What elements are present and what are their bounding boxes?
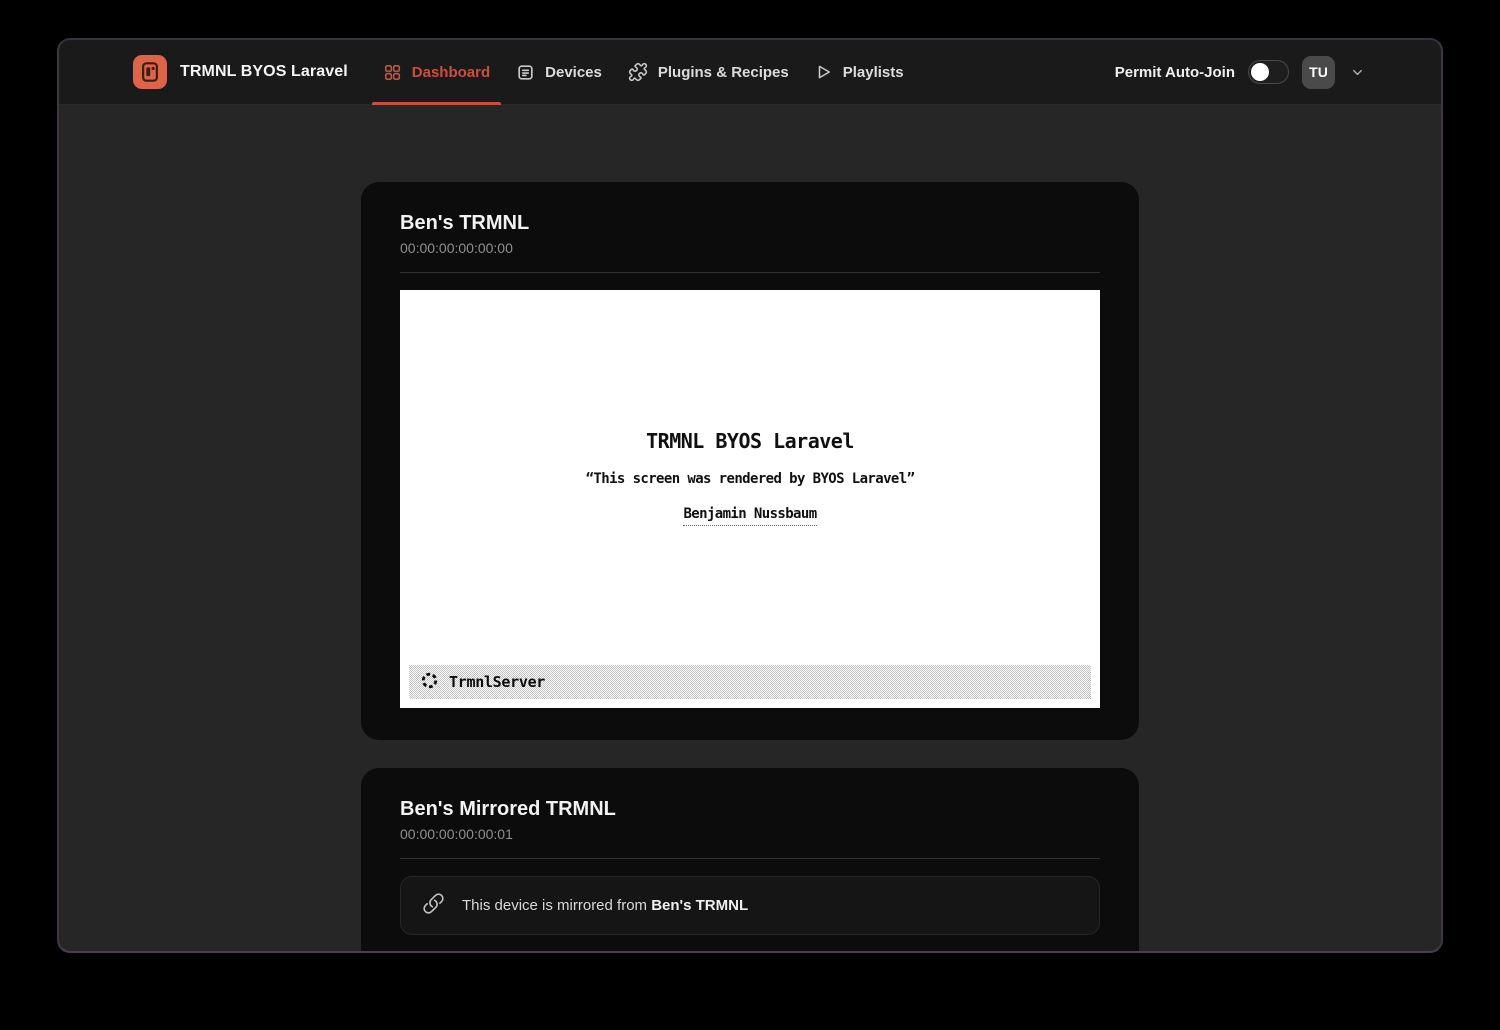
- navbar-right: Permit Auto-Join TU: [1115, 56, 1367, 89]
- main-nav: Dashboard Devices: [370, 40, 917, 105]
- chevron-down-icon[interactable]: [1348, 63, 1367, 82]
- eink-screen-body: TRMNL BYOS Laravel “This screen was rend…: [400, 290, 1100, 665]
- spinner-icon: [420, 671, 439, 694]
- top-navbar: TRMNL BYOS Laravel Dashboard: [59, 40, 1441, 105]
- nav-label: Dashboard: [412, 64, 490, 81]
- device-card-bens-trmnl: Ben's TRMNL 00:00:00:00:00:00 TRMNL BYOS…: [361, 182, 1139, 740]
- screen-author: Benjamin Nussbaum: [683, 506, 816, 526]
- link-icon: [422, 892, 445, 920]
- nav-item-dashboard[interactable]: Dashboard: [370, 40, 503, 105]
- eink-screen-preview: TRMNL BYOS Laravel “This screen was rend…: [400, 290, 1100, 708]
- puzzle-icon: [628, 62, 648, 82]
- screen-quote: “This screen was rendered by BYOS Larave…: [586, 471, 915, 487]
- brand[interactable]: TRMNL BYOS Laravel: [133, 55, 348, 89]
- nav-label: Devices: [545, 64, 602, 81]
- permit-auto-join-label: Permit Auto-Join: [1115, 64, 1235, 81]
- permit-auto-join-toggle[interactable]: [1248, 60, 1289, 84]
- screen-status-label: TrmnlServer: [449, 673, 545, 691]
- mirror-notice: This device is mirrored from Ben's TRMNL: [400, 876, 1100, 935]
- device-name: Ben's TRMNL: [400, 212, 1100, 235]
- device-name: Ben's Mirrored TRMNL: [400, 798, 1100, 821]
- device-list-icon: [516, 63, 535, 82]
- mirror-source-device: Ben's TRMNL: [651, 897, 748, 914]
- nav-label: Plugins & Recipes: [658, 64, 789, 81]
- nav-item-plugins-recipes[interactable]: Plugins & Recipes: [615, 40, 802, 105]
- device-mac-address: 00:00:00:00:00:01: [400, 826, 1100, 842]
- app-window: TRMNL BYOS Laravel Dashboard: [57, 38, 1443, 953]
- nav-item-playlists[interactable]: Playlists: [802, 40, 917, 105]
- card-divider: [400, 858, 1100, 859]
- app-title: TRMNL BYOS Laravel: [180, 63, 348, 81]
- trmnl-device-icon: [133, 55, 167, 89]
- screen-status-bar: TrmnlServer: [409, 665, 1091, 699]
- nav-item-devices[interactable]: Devices: [503, 40, 615, 105]
- device-card-bens-mirrored-trmnl: Ben's Mirrored TRMNL 00:00:00:00:00:01 T…: [361, 768, 1139, 953]
- toggle-knob: [1251, 63, 1269, 81]
- play-icon: [815, 63, 833, 81]
- screen-title: TRMNL BYOS Laravel: [646, 429, 854, 453]
- nav-label: Playlists: [843, 64, 904, 81]
- grid-icon: [383, 63, 402, 82]
- device-mac-address: 00:00:00:00:00:00: [400, 240, 1100, 256]
- mirror-notice-text: This device is mirrored from Ben's TRMNL: [462, 897, 748, 914]
- dashboard-content: Ben's TRMNL 00:00:00:00:00:00 TRMNL BYOS…: [59, 105, 1441, 953]
- user-avatar[interactable]: TU: [1302, 56, 1335, 89]
- mirror-notice-prefix: This device is mirrored from: [462, 897, 651, 914]
- card-divider: [400, 272, 1100, 273]
